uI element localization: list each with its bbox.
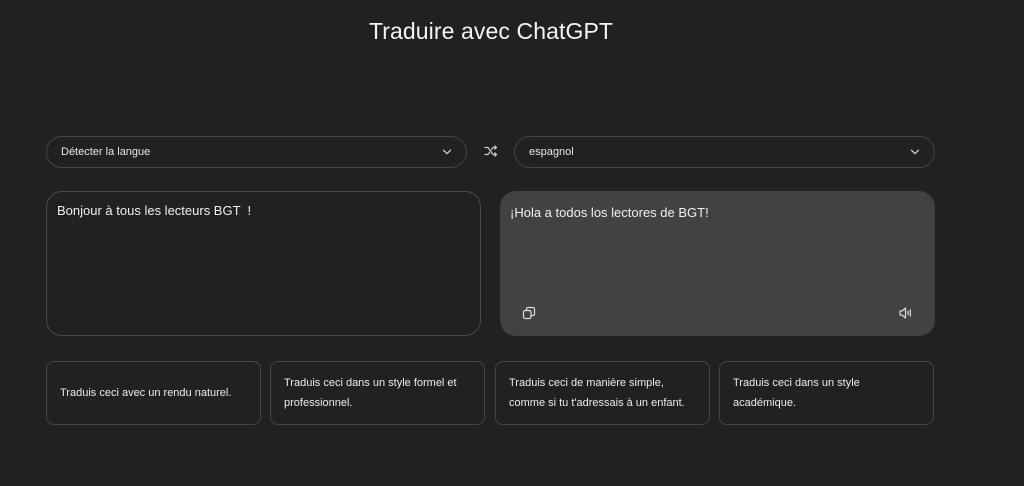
suggestion-natural[interactable]: Traduis ceci avec un rendu naturel. (46, 361, 261, 425)
chevron-down-icon (908, 145, 922, 159)
suggestion-label: Traduis ceci dans un style formel et pro… (284, 377, 457, 409)
source-language-label: Détecter la langue (61, 146, 151, 158)
swap-languages-button[interactable] (482, 142, 500, 160)
source-text-input[interactable]: Bonjour à tous les lecteurs BGT ! (57, 202, 467, 322)
copy-button[interactable] (520, 304, 538, 322)
target-language-select[interactable]: espagnol (514, 136, 935, 168)
target-language-label: espagnol (529, 146, 574, 158)
suggestion-simple[interactable]: Traduis ceci de manière simple, comme si… (495, 361, 710, 425)
suggestion-academic[interactable]: Traduis ceci dans un style académique. (719, 361, 934, 425)
page-title: Traduire avec ChatGPT (368, 18, 614, 44)
speaker-icon (898, 306, 914, 320)
source-language-select[interactable]: Détecter la langue (46, 136, 467, 168)
suggestion-label: Traduis ceci dans un style académique. (733, 377, 860, 409)
swap-arrows-icon (483, 143, 499, 159)
suggestion-formal[interactable]: Traduis ceci dans un style formel et pro… (270, 361, 485, 425)
read-aloud-button[interactable] (897, 304, 915, 322)
translation-output-panel: ¡Hola a todos los lectores de BGT! (500, 191, 935, 336)
copy-icon (522, 306, 536, 320)
translation-output-text: ¡Hola a todos los lectores de BGT! (510, 205, 709, 220)
suggestion-label: Traduis ceci de manière simple, comme si… (509, 377, 685, 409)
chevron-down-icon (440, 145, 454, 159)
suggestion-label: Traduis ceci avec un rendu naturel. (60, 387, 232, 399)
source-text-panel: Bonjour à tous les lecteurs BGT ! (46, 191, 481, 336)
